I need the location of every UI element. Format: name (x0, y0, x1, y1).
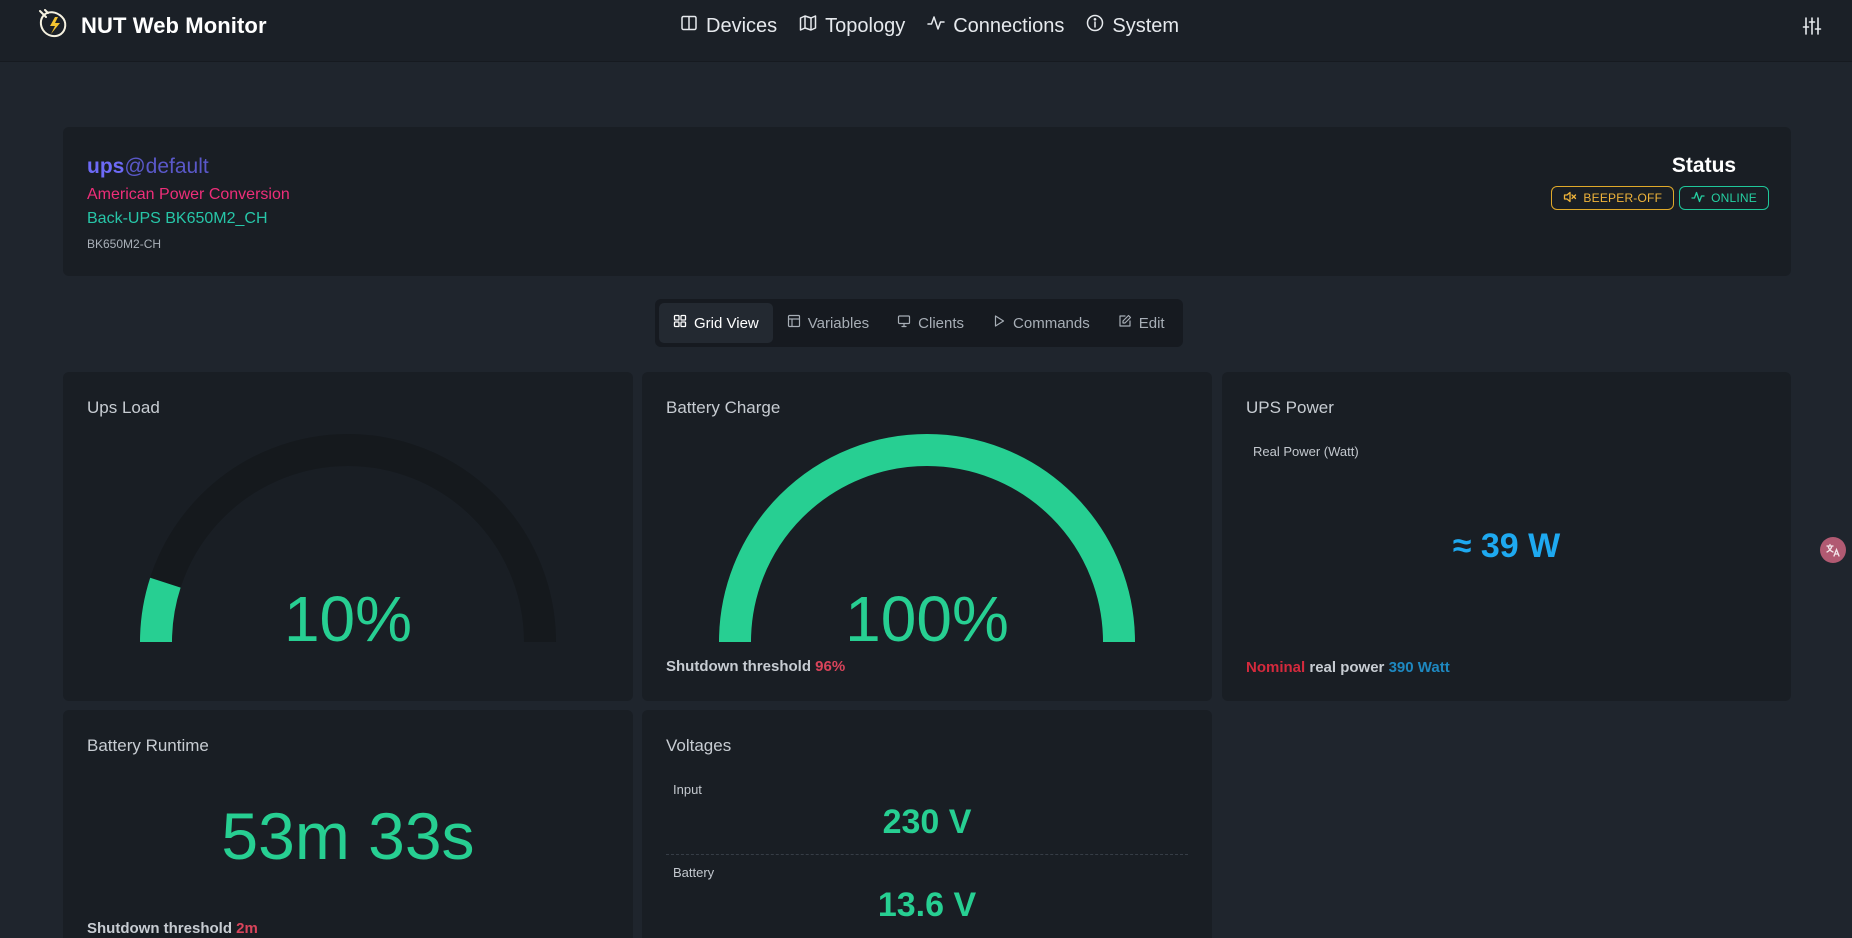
top-navbar: NUT Web Monitor Devices Topology Connect… (0, 0, 1852, 62)
nav-connections[interactable]: Connections (927, 14, 1064, 38)
nominal-middle-text: real power (1309, 659, 1385, 676)
speaker-mute-icon (1563, 190, 1577, 207)
tab-clients[interactable]: Clients (883, 303, 978, 343)
badge-beeper-label: BEEPER-OFF (1583, 191, 1663, 205)
runtime-shutdown-threshold: Shutdown threshold 2m (87, 920, 258, 937)
tile-battery-runtime: Battery Runtime 53m 33s Shutdown thresho… (63, 710, 633, 938)
input-voltage-value: 230 V (882, 803, 972, 841)
settings-sliders-icon[interactable] (1801, 15, 1823, 37)
nominal-power-value: 390 Watt (1388, 659, 1450, 676)
divider (666, 854, 1188, 855)
logo-plug-icon (38, 8, 72, 44)
edit-icon (1118, 314, 1132, 332)
battery-voltage-value: 13.6 V (877, 886, 977, 924)
map-icon (799, 14, 817, 38)
app-title: NUT Web Monitor (81, 13, 267, 38)
threshold-value: 96% (815, 658, 846, 675)
grid-icon (673, 314, 687, 332)
tile-ups-power: UPS Power Real Power (Watt) ≈ 39 W Nomin… (1222, 372, 1791, 701)
nav-system[interactable]: System (1086, 14, 1179, 38)
view-tabs: Grid View Variables Clients Commands Edi… (655, 299, 1183, 347)
device-manufacturer: American Power Conversion (87, 186, 290, 203)
status-badge-online: ONLINE (1679, 186, 1769, 210)
tile-voltages-title: Voltages (666, 736, 732, 755)
tab-clients-label: Clients (918, 314, 965, 332)
device-host: @default (124, 155, 209, 178)
nominal-label: Nominal (1246, 659, 1306, 676)
nav-topology[interactable]: Topology (799, 14, 905, 38)
translate-icon[interactable] (1820, 537, 1846, 563)
tile-voltages: Voltages Input 230 V Battery 13.6 V (642, 710, 1212, 938)
tab-variables-label: Variables (807, 314, 870, 332)
real-power-value: ≈ 39 W (1452, 527, 1561, 565)
threshold-value: 2m (236, 920, 258, 937)
tile-ups-load-title: Ups Load (87, 398, 160, 417)
nav-connections-label: Connections (953, 14, 1065, 37)
charge-shutdown-threshold: Shutdown threshold 96% (666, 658, 845, 675)
tile-battery-charge: Battery Charge 100% Shutdown threshold 9… (642, 372, 1212, 701)
status-badges: BEEPER-OFF ONLINE (1551, 186, 1769, 210)
threshold-label: Shutdown threshold (666, 658, 811, 675)
info-icon (1086, 14, 1104, 38)
nav-devices[interactable]: Devices (680, 14, 777, 38)
device-serial: BK650M2-CH (87, 237, 162, 251)
brand[interactable]: NUT Web Monitor (38, 8, 267, 44)
tab-commands-label: Commands (1013, 314, 1090, 332)
main-nav: Devices Topology Connections System (680, 10, 1179, 42)
monitor-icon (897, 314, 911, 332)
badge-online-label: ONLINE (1711, 191, 1757, 205)
status-title: Status (1671, 154, 1737, 177)
tab-edit[interactable]: Edit (1104, 303, 1179, 343)
input-voltage-label: Input (673, 782, 702, 797)
tile-ups-load: Ups Load 10% (63, 372, 633, 701)
tile-battery-runtime-title: Battery Runtime (87, 736, 209, 755)
nav-system-label: System (1112, 14, 1180, 37)
device-info-card: ups@default American Power Conversion Ba… (63, 127, 1791, 276)
tab-grid-view[interactable]: Grid View (659, 303, 773, 343)
nav-devices-label: Devices (706, 14, 778, 37)
device-model: Back-UPS BK650M2_CH (87, 210, 268, 227)
table-icon (787, 314, 801, 332)
tab-edit-label: Edit (1138, 314, 1165, 332)
status-badge-beeper-off: BEEPER-OFF (1551, 186, 1675, 210)
nav-topology-label: Topology (825, 14, 906, 37)
play-icon (992, 314, 1006, 332)
battery-voltage-label: Battery (673, 865, 715, 880)
device-identifier: ups@default (87, 155, 209, 179)
real-power-label: Real Power (Watt) (1253, 444, 1359, 459)
book-icon (680, 14, 698, 38)
activity-icon (1691, 190, 1705, 207)
activity-icon (927, 14, 945, 38)
threshold-label: Shutdown threshold (87, 920, 232, 937)
tab-commands[interactable]: Commands (978, 303, 1104, 343)
tab-grid-view-label: Grid View (694, 314, 759, 332)
battery-runtime-value: 53m 33s (221, 799, 475, 873)
tab-variables[interactable]: Variables (773, 303, 883, 343)
tile-ups-power-title: UPS Power (1246, 398, 1334, 417)
battery-charge-value: 100% (845, 583, 1009, 655)
nominal-power-note: Nominal real power 390 Watt (1246, 659, 1450, 676)
device-name: ups (87, 155, 125, 178)
tile-battery-charge-title: Battery Charge (666, 398, 781, 417)
ups-load-value: 10% (283, 583, 413, 655)
